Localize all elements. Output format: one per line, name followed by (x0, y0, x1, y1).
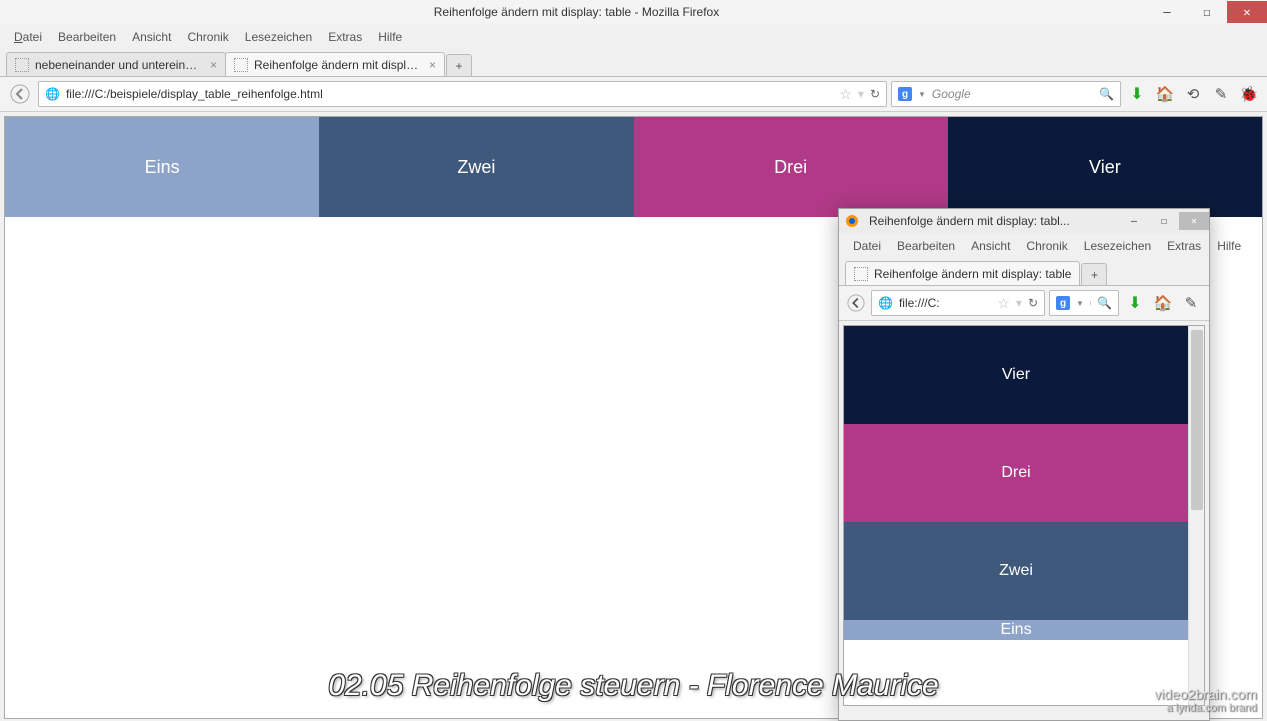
eyedropper-button[interactable]: ✎ (1179, 291, 1203, 315)
close-button[interactable]: ✕ (1179, 212, 1209, 230)
url-input[interactable]: 🌐 file:///C: ☆ ▾ ↻ (871, 290, 1045, 316)
box-zwei: Zwei (319, 117, 633, 217)
bookmark-star-icon[interactable]: ☆ (997, 295, 1010, 312)
menu-chronik[interactable]: Chronik (181, 28, 234, 46)
minimize-button[interactable]: ― (1147, 1, 1187, 23)
scrollbar-thumb[interactable] (1191, 330, 1203, 510)
eyedropper-button[interactable]: ✎ (1209, 82, 1233, 106)
close-button[interactable]: ✕ (1227, 1, 1267, 23)
search-placeholder: Go (1090, 296, 1091, 310)
search-box[interactable]: g ▼ Google 🔍 (891, 81, 1121, 107)
firebug-button[interactable]: 🐞 (1237, 82, 1261, 106)
menu-lesezeichen[interactable]: Lesezeichen (1078, 237, 1157, 255)
back-button[interactable] (845, 292, 867, 314)
menu-hilfe[interactable]: Hilfe (372, 28, 408, 46)
back-button[interactable] (6, 81, 34, 107)
box-vier: Vier (844, 326, 1188, 424)
menu-bearbeiten[interactable]: Bearbeiten (891, 237, 961, 255)
tab-close-icon[interactable]: × (210, 58, 217, 72)
urlbar: 🌐 file:///C: ☆ ▾ ↻ g ▼ Go 🔍 ⬇ 🏠 ✎ (839, 286, 1209, 321)
scrollbar[interactable] (1188, 326, 1204, 705)
globe-icon: 🌐 (878, 296, 893, 310)
tab-label: Reihenfolge ändern mit display: table (874, 267, 1071, 281)
menu-bearbeiten[interactable]: Bearbeiten (52, 28, 122, 46)
menu-extras[interactable]: Extras (322, 28, 368, 46)
back-arrow-icon (847, 294, 865, 312)
search-icon[interactable]: 🔍 (1097, 296, 1112, 310)
chevron-down-icon[interactable]: ▼ (918, 90, 926, 99)
urlbar: 🌐 file:///C:/beispiele/display_table_rei… (0, 77, 1267, 112)
favicon-icon (15, 58, 29, 72)
menu-datei[interactable]: Datei (8, 28, 48, 46)
menubar: Datei Bearbeiten Ansicht Chronik Lesezei… (0, 24, 1267, 50)
url-text: file:///C: (899, 296, 991, 310)
titlebar: Reihenfolge ändern mit display: table - … (0, 0, 1267, 24)
google-icon: g (898, 87, 912, 101)
home-button[interactable]: 🏠 (1153, 82, 1177, 106)
reload-icon[interactable]: ↻ (1028, 296, 1038, 310)
tab-1[interactable]: nebeneinander und untereinander un... × (6, 52, 226, 76)
url-text: file:///C:/beispiele/display_table_reihe… (66, 87, 833, 101)
boxes-row: Eins Zwei Drei Vier (5, 117, 1262, 217)
tab-1[interactable]: Reihenfolge ändern mit display: table (845, 261, 1080, 285)
sync-button[interactable]: ⟲ (1181, 82, 1205, 106)
maximize-button[interactable]: ☐ (1187, 1, 1227, 23)
favicon-icon (854, 267, 868, 281)
home-button[interactable]: 🏠 (1151, 291, 1175, 315)
new-tab-button[interactable]: + (1081, 263, 1107, 285)
tabbar: nebeneinander und untereinander un... × … (0, 50, 1267, 77)
page-content: Vier Drei Zwei Eins (843, 325, 1205, 706)
tab-label: Reihenfolge ändern mit display: table (254, 58, 421, 72)
secondary-window: Reihenfolge ändern mit display: tabl... … (838, 208, 1210, 721)
box-vier: Vier (948, 117, 1262, 217)
chevron-down-icon[interactable]: ▼ (1076, 299, 1084, 308)
url-input[interactable]: 🌐 file:///C:/beispiele/display_table_rei… (38, 81, 887, 107)
menu-lesezeichen[interactable]: Lesezeichen (239, 28, 318, 46)
globe-icon: 🌐 (45, 87, 60, 101)
box-drei: Drei (634, 117, 948, 217)
boxes-column: Vier Drei Zwei Eins (844, 326, 1188, 640)
search-box[interactable]: g ▼ Go 🔍 (1049, 290, 1119, 316)
titlebar: Reihenfolge ändern mit display: tabl... … (839, 209, 1209, 233)
tab-label: nebeneinander und untereinander un... (35, 58, 202, 72)
search-icon[interactable]: 🔍 (1099, 87, 1114, 101)
menu-chronik[interactable]: Chronik (1020, 237, 1073, 255)
google-icon: g (1056, 296, 1070, 310)
favicon-icon (234, 58, 248, 72)
firefox-icon (845, 214, 859, 228)
menu-hilfe[interactable]: Hilfe (1211, 237, 1247, 255)
box-zwei: Zwei (844, 522, 1188, 620)
menubar: Datei Bearbeiten Ansicht Chronik Lesezei… (839, 233, 1209, 259)
tab-2[interactable]: Reihenfolge ändern mit display: table × (225, 52, 445, 76)
box-drei: Drei (844, 424, 1188, 522)
menu-ansicht[interactable]: Ansicht (126, 28, 177, 46)
menu-ansicht[interactable]: Ansicht (965, 237, 1016, 255)
box-eins: Eins (844, 620, 1188, 640)
search-placeholder: Google (932, 87, 1093, 101)
menu-datei[interactable]: Datei (847, 237, 887, 255)
downloads-button[interactable]: ⬇ (1123, 291, 1147, 315)
bookmark-star-icon[interactable]: ☆ (839, 86, 852, 103)
window-title: Reihenfolge ändern mit display: table - … (6, 5, 1147, 19)
window-buttons: ― ☐ ✕ (1147, 1, 1267, 23)
reload-icon[interactable]: ↻ (870, 87, 880, 101)
box-eins: Eins (5, 117, 319, 217)
minimize-button[interactable]: ― (1119, 212, 1149, 230)
window-title: Reihenfolge ändern mit display: tabl... (865, 214, 1119, 228)
downloads-button[interactable]: ⬇ (1125, 82, 1149, 106)
tab-close-icon[interactable]: × (429, 58, 436, 72)
maximize-button[interactable]: ☐ (1149, 212, 1179, 230)
new-tab-button[interactable]: + (446, 54, 472, 76)
window-buttons: ― ☐ ✕ (1119, 212, 1209, 230)
back-arrow-icon (10, 84, 30, 104)
menu-extras[interactable]: Extras (1161, 237, 1207, 255)
tabbar: Reihenfolge ändern mit display: table + (839, 259, 1209, 286)
